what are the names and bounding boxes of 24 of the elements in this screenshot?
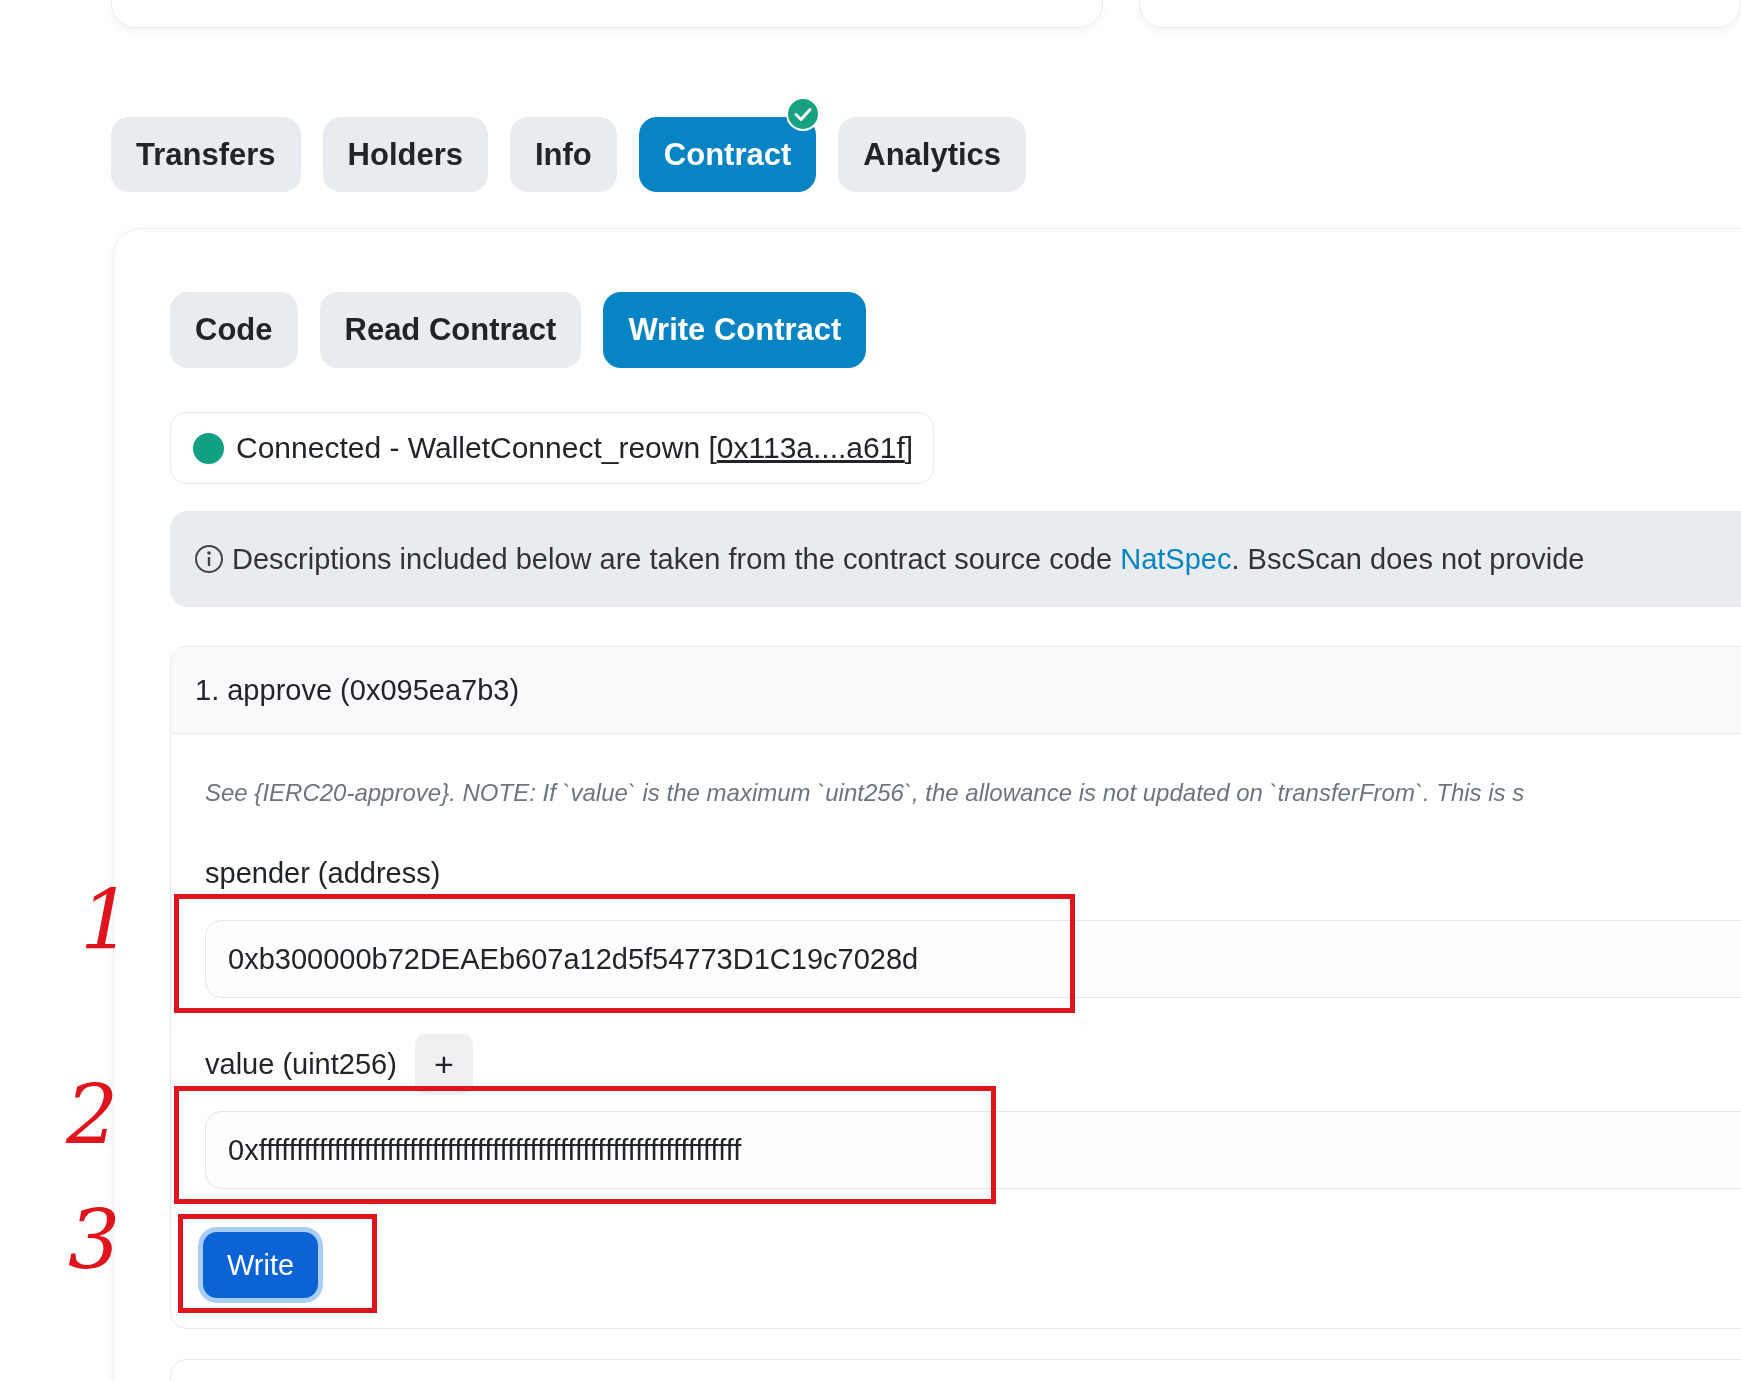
tab[interactable]: Read Contract (319, 292, 582, 368)
tab[interactable]: Holders (322, 117, 488, 192)
connection-text: Connected - WalletConnect_reown [0x113a....a61f] (236, 431, 914, 465)
add-button[interactable]: + (414, 1034, 473, 1094)
function-title: 1. approve (0x095ea7b3) (195, 673, 520, 707)
address-link[interactable]: 0x113a....a61f (716, 431, 905, 464)
tab[interactable]: Analytics (838, 117, 1027, 192)
info-icon (194, 544, 224, 574)
input-field[interactable]: 0xffffffffffffffffffffffffffffffffffffffffffffffffffffffffffffffff (205, 1111, 1741, 1189)
tab[interactable]: Contract (638, 117, 817, 192)
tab[interactable]: Info (510, 117, 617, 192)
function-header[interactable]: 1. approve (0x095ea7b3) (171, 647, 1741, 734)
tab[interactable]: Code (170, 292, 298, 368)
annotation-number: 3 (68, 1200, 121, 1282)
tab[interactable]: Transfers (111, 117, 301, 192)
tab[interactable]: Write Contract (603, 292, 867, 368)
field-label: value (uint256) (205, 1047, 397, 1081)
notice-text: Descriptions included below are taken from the contract source code NatSpec. BscScan does not provide (232, 542, 1585, 576)
field-label: spender (address) (205, 856, 441, 890)
status-dot-icon (193, 432, 224, 464)
input-field[interactable]: 0xb300000b72DEAEb607a12d5f54773D1C19c7028d (205, 920, 1741, 998)
annotation-number: 1 (80, 880, 133, 962)
function-description: See {IERC20-approve}. NOTE: If `value` is the maximum `uint256`, the allowance is not updated on `transferFrom`. This is s (205, 779, 1526, 807)
annotation-number: 2 (66, 1075, 119, 1157)
